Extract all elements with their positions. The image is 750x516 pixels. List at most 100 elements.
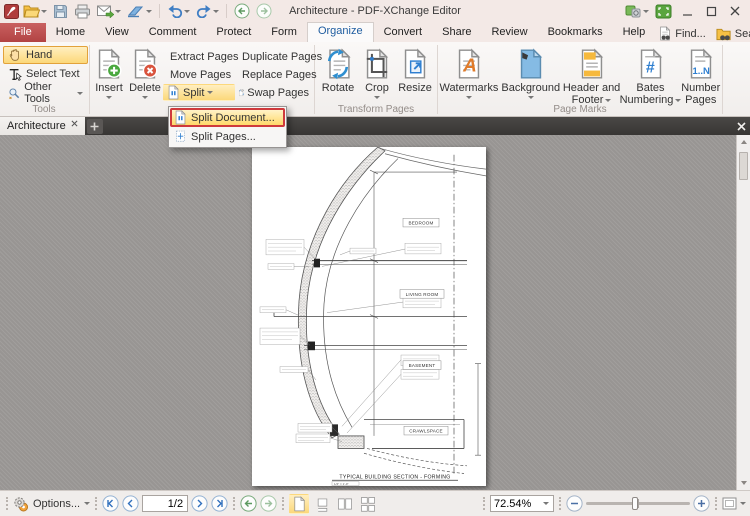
gear-icon [14, 496, 28, 511]
print-button[interactable] [72, 3, 93, 20]
layout-single-page-button[interactable] [289, 493, 310, 514]
ui-options-button[interactable] [623, 3, 651, 19]
replace-pages-button[interactable]: Replace Pages [235, 66, 317, 83]
tools-group-label: Tools [32, 104, 56, 115]
menu-item-split-document[interactable]: Split Document... [170, 108, 285, 127]
transform-pages-group: Rotate Crop Resize Transform Pages [316, 42, 436, 116]
move-pages-button[interactable]: Move Pages [163, 66, 235, 83]
undo-button[interactable] [165, 3, 192, 19]
close-icon [730, 6, 740, 16]
zoom-dropdown-icon[interactable] [543, 502, 549, 505]
zoom-in-button[interactable] [693, 495, 710, 512]
transform-group-label: Transform Pages [337, 104, 415, 115]
zoom-slider[interactable] [586, 497, 690, 510]
document-page[interactable]: BEDROOM LIVING ROOM BASEMENT CRAWLSPACE … [252, 147, 486, 486]
zoom-input[interactable] [491, 497, 539, 510]
options-button[interactable]: Options... [13, 496, 91, 512]
history-forward-button[interactable] [260, 495, 277, 512]
ribbon-tab-comment[interactable]: Comment [139, 23, 207, 42]
maximize-button[interactable] [700, 3, 722, 19]
delete-button[interactable]: Delete [127, 46, 163, 101]
pane-close-button[interactable] [732, 117, 750, 135]
document-area[interactable]: BEDROOM LIVING ROOM BASEMENT CRAWLSPACE … [0, 135, 750, 490]
crop-icon [363, 48, 391, 80]
back-circle-icon [234, 3, 250, 19]
ribbon-tab-home[interactable]: Home [46, 23, 95, 42]
email-icon [97, 5, 114, 18]
svg-text:A: A [462, 55, 477, 76]
zoom-out-button[interactable] [566, 495, 583, 512]
ribbon-tab-organize[interactable]: Organize [306, 22, 374, 42]
extract-pages-button[interactable]: Extract Pages [163, 48, 238, 65]
next-page-button[interactable] [191, 495, 208, 512]
swap-pages-icon [239, 85, 244, 100]
ribbon-tab-bookmarks[interactable]: Bookmarks [538, 23, 613, 42]
layout-two-up-continuous-button[interactable] [358, 494, 378, 514]
search-button[interactable]: Search... [713, 26, 750, 42]
number-pages-button[interactable]: 1..N Number Pages [681, 46, 722, 106]
save-button[interactable] [51, 3, 70, 20]
email-button[interactable] [95, 4, 123, 19]
close-icon [736, 121, 746, 131]
drawing-title: TYPICAL BUILDING SECTION - FORMING [339, 474, 450, 480]
ribbon-tab-help[interactable]: Help [613, 23, 656, 42]
fullscreen-icon [655, 4, 672, 18]
page-number-input[interactable] [142, 495, 189, 512]
duplicate-pages-button[interactable]: Duplicate Pages [235, 48, 322, 65]
swap-pages-button[interactable]: Swap Pages [235, 84, 313, 101]
find-button[interactable]: Find... [655, 25, 709, 42]
document-tab[interactable]: Architecture [0, 117, 85, 135]
drawing-scale: 1/4" = 1'-0" [334, 482, 349, 486]
vertical-scrollbar[interactable] [736, 135, 750, 490]
redo-button[interactable] [194, 3, 221, 19]
ribbon-tab-review[interactable]: Review [481, 23, 537, 42]
fit-page-button[interactable] [722, 497, 746, 510]
layout-continuous-button[interactable] [312, 494, 332, 514]
search-icon [716, 28, 731, 40]
resize-button[interactable]: Resize [397, 46, 433, 99]
rotate-button[interactable]: Rotate [319, 46, 357, 99]
menu-item-split-pages[interactable]: Split Pages... [170, 127, 285, 146]
background-button[interactable]: Background [501, 46, 561, 106]
nav-back-button[interactable] [232, 2, 252, 20]
layout-two-up-button[interactable] [335, 494, 355, 514]
page-marks-group-label: Page Marks [553, 104, 607, 115]
watermarks-icon: A [455, 48, 483, 80]
nav-forward-button[interactable] [254, 2, 274, 20]
open-folder-icon [23, 5, 40, 18]
scroll-down-button[interactable] [737, 476, 750, 490]
minimize-button[interactable] [676, 3, 698, 19]
close-button[interactable] [724, 3, 746, 19]
bates-numbering-button[interactable]: # Bates Numbering [620, 46, 682, 106]
ribbon-tab-convert[interactable]: Convert [374, 23, 433, 42]
ribbon-tab-form[interactable]: Form [261, 23, 307, 42]
prev-page-button[interactable] [122, 495, 139, 512]
scroll-thumb[interactable] [739, 152, 748, 180]
split-button[interactable]: Split [163, 84, 235, 101]
crop-button[interactable]: Crop [359, 46, 395, 99]
ribbon-tab-file[interactable]: File [0, 23, 46, 42]
scroll-up-button[interactable] [737, 135, 750, 149]
tab-close-icon[interactable] [71, 120, 78, 127]
zoom-slider-handle[interactable] [631, 497, 638, 510]
print-icon [75, 4, 90, 18]
other-tools-button[interactable]: Other Tools [3, 81, 88, 105]
insert-button[interactable]: Insert [91, 46, 127, 101]
ribbon-tab-share[interactable]: Share [432, 23, 481, 42]
header-footer-button[interactable]: Header and Footer [563, 46, 621, 106]
fullscreen-button[interactable] [653, 3, 674, 20]
plus-icon [90, 122, 99, 131]
export-button[interactable] [125, 4, 154, 19]
ribbon-tab-view[interactable]: View [95, 23, 139, 42]
first-page-button[interactable] [102, 495, 119, 512]
new-tab-button[interactable] [86, 119, 103, 134]
history-back-button[interactable] [240, 495, 257, 512]
watermarks-button[interactable]: A Watermarks [439, 46, 499, 106]
ribbon-tab-protect[interactable]: Protect [206, 23, 261, 42]
open-button[interactable] [21, 3, 49, 19]
find-icon [658, 26, 672, 41]
zoom-level-select[interactable] [490, 495, 554, 512]
maximize-icon [706, 6, 716, 16]
last-page-button[interactable] [211, 495, 228, 512]
hand-tool-button[interactable]: Hand [3, 46, 88, 64]
